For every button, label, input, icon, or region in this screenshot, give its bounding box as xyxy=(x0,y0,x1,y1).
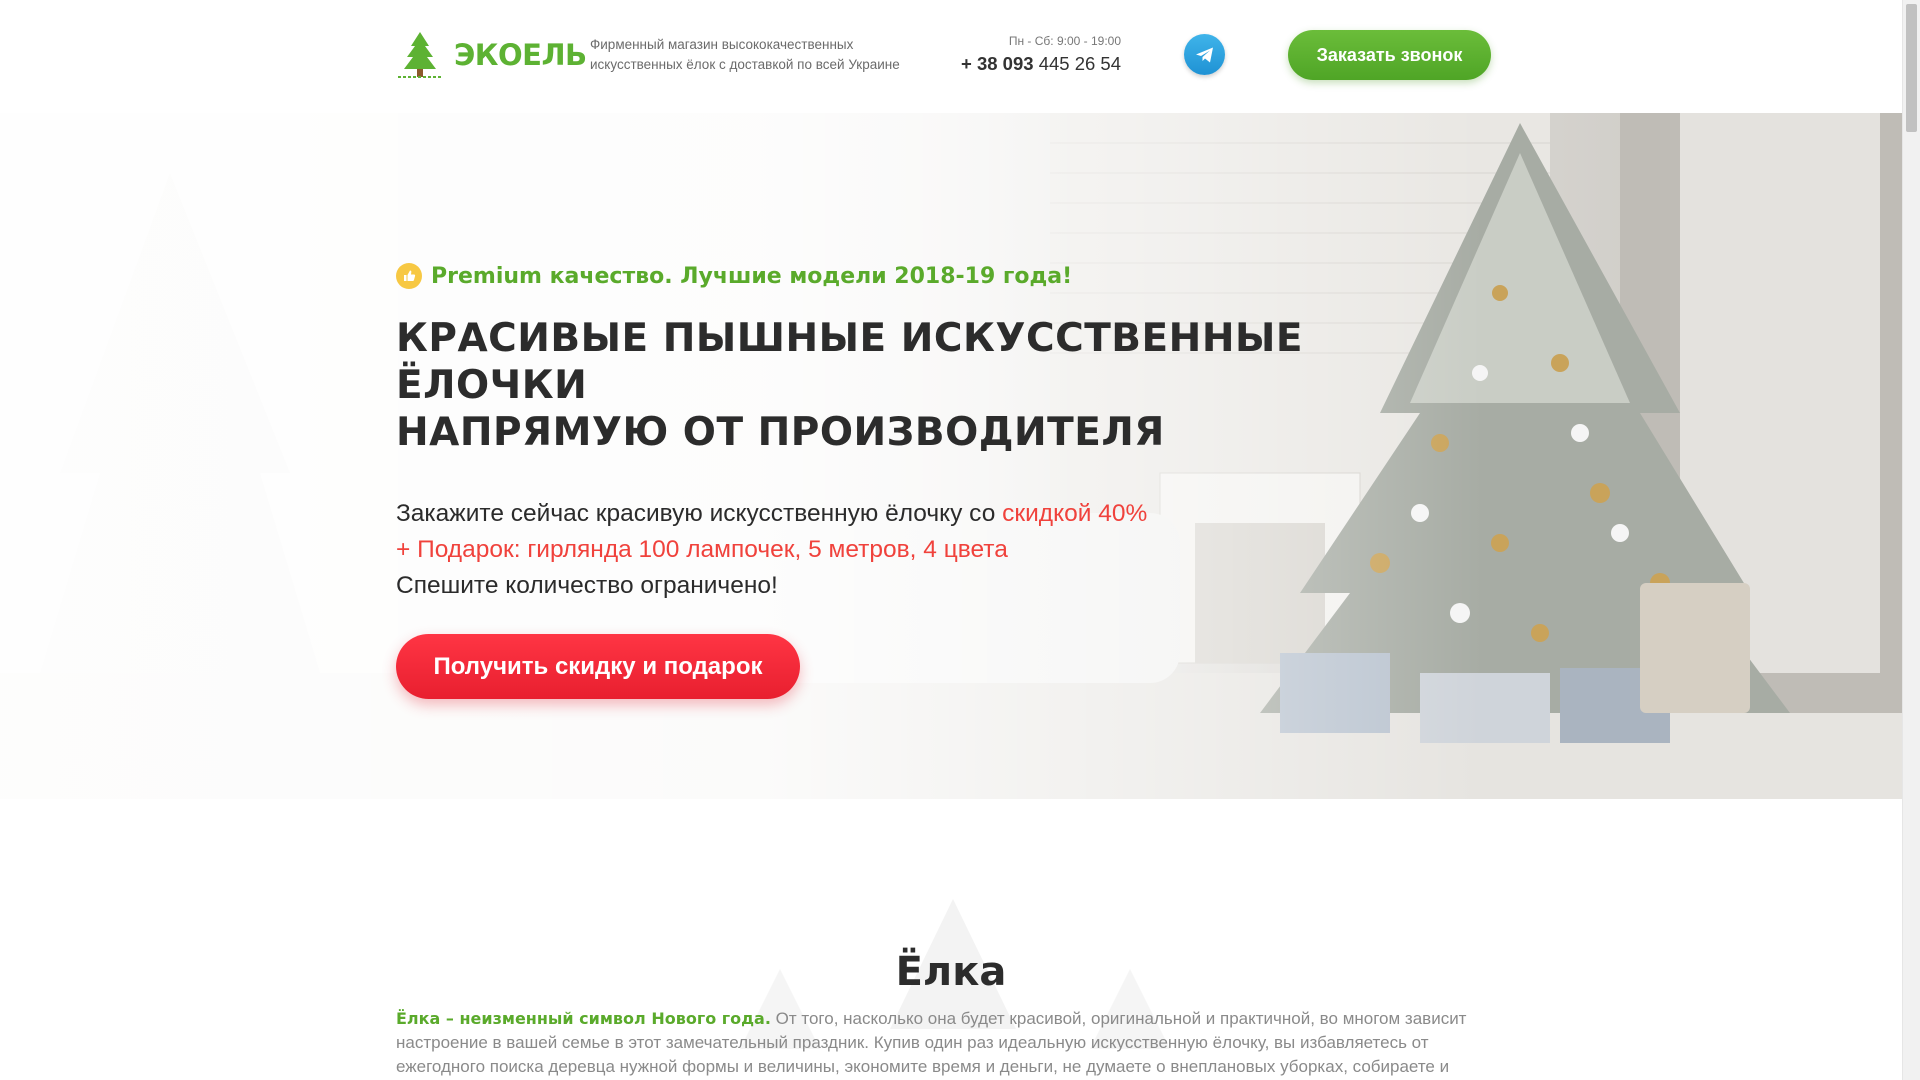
thumbs-up-icon xyxy=(396,263,422,289)
scrollbar-thumb[interactable] xyxy=(1906,4,1917,132)
hero-title: КРАСИВЫЕ ПЫШНЫЕ ИСКУССТВЕННЫЕ ЁЛОЧКИ НАП… xyxy=(396,315,1396,456)
offer-discount: скидкой 40% xyxy=(1002,500,1148,527)
phone-code: + 38 093 xyxy=(961,53,1034,74)
tagline: Фирменный магазин высококачественных иск… xyxy=(590,37,900,72)
section-lead: Ёлка – неизменный символ Нового года. xyxy=(396,1009,771,1028)
offer-hurry: Спешите количество ограничено! xyxy=(396,572,778,599)
hero-content: Premium качество. Лучшие модели 2018-19 … xyxy=(396,263,1396,699)
offer-prefix: Закажите сейчас красивую искусственную ё… xyxy=(396,500,996,527)
hero-banner: Premium качество. Лучшие модели 2018-19 … xyxy=(0,113,1902,799)
site-header: ЭКОЕЛЬ Фирменный магазин высококачествен… xyxy=(0,0,1902,113)
about-tree-section: Ёлка Ёлка – неизменный символ Нового год… xyxy=(0,799,1902,1080)
logo-text: ЭКОЕЛЬ xyxy=(454,38,587,72)
telegram-button[interactable] xyxy=(1184,34,1225,75)
order-call-button[interactable]: Заказать звонок xyxy=(1288,30,1491,80)
phone-digits: 445 26 54 xyxy=(1038,53,1121,74)
tree-logo-icon xyxy=(398,32,442,78)
phone-number[interactable]: + 38 093 445 26 54 xyxy=(940,53,1121,75)
logo[interactable]: ЭКОЕЛЬ xyxy=(396,30,587,80)
hero-title-line1: КРАСИВЫЕ ПЫШНЫЕ ИСКУССТВЕННЫЕ ЁЛОЧКИ xyxy=(396,316,1304,408)
offer-text: Закажите сейчас красивую искусственную ё… xyxy=(396,496,1396,604)
premium-text: Premium качество. Лучшие модели 2018-19 … xyxy=(431,263,1073,289)
section-paragraph: Ёлка – неизменный символ Нового года. От… xyxy=(396,1007,1506,1080)
premium-badge: Premium качество. Лучшие модели 2018-19 … xyxy=(396,263,1396,289)
telegram-icon xyxy=(1195,47,1213,62)
page-scrollbar[interactable] xyxy=(1902,0,1920,1080)
offer-gift: + Подарок: гирлянда 100 лампочек, 5 метр… xyxy=(396,536,1008,563)
working-hours: Пн - Сб: 9:00 - 19:00 xyxy=(1008,34,1121,48)
section-title: Ёлка xyxy=(895,949,1007,995)
hero-title-line2: НАПРЯМУЮ ОТ ПРОИЗВОДИТЕЛЯ xyxy=(396,410,1165,455)
get-discount-button[interactable]: Получить скидку и подарок xyxy=(396,634,800,699)
